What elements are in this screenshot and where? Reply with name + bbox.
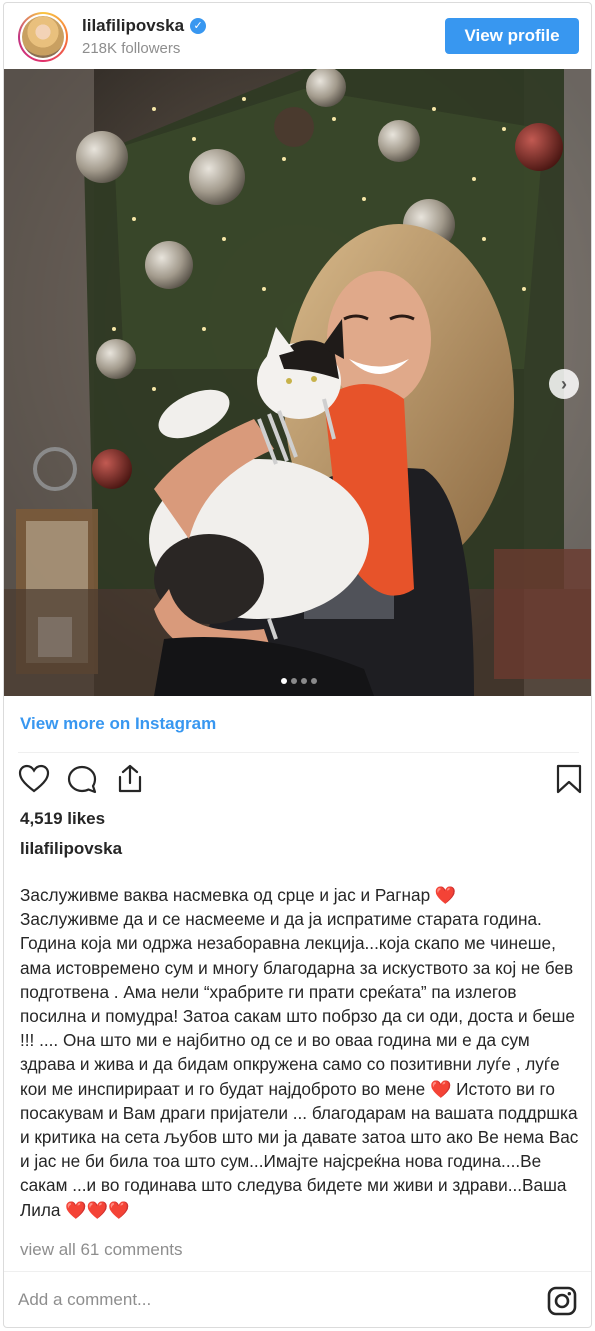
avatar[interactable] bbox=[18, 12, 68, 62]
divider bbox=[18, 752, 579, 753]
next-slide-chevron-icon[interactable]: › bbox=[549, 369, 579, 399]
post-photo[interactable]: › bbox=[4, 69, 591, 696]
avatar-image bbox=[22, 16, 64, 58]
carousel-dot bbox=[280, 678, 287, 684]
carousel-indicator bbox=[280, 678, 317, 684]
bookmark-icon[interactable] bbox=[553, 763, 585, 795]
comment-input[interactable] bbox=[18, 1286, 498, 1314]
view-profile-button[interactable]: View profile bbox=[445, 18, 579, 54]
post-header: lilafilipovska ✓ 218K followers View pro… bbox=[4, 3, 591, 69]
likes-count[interactable]: 4,519 likes bbox=[20, 809, 105, 829]
heart-icon[interactable] bbox=[18, 763, 50, 795]
action-bar bbox=[18, 763, 582, 799]
username[interactable]: lilafilipovska bbox=[82, 16, 184, 36]
carousel-dot bbox=[300, 678, 307, 684]
verified-badge-icon: ✓ bbox=[190, 18, 207, 34]
share-icon[interactable] bbox=[114, 763, 146, 795]
caption-username[interactable]: lilafilipovska bbox=[20, 839, 122, 859]
view-all-comments-link[interactable]: view all 61 comments bbox=[20, 1240, 183, 1260]
carousel-dot bbox=[290, 678, 297, 684]
carousel-dot bbox=[310, 678, 317, 684]
instagram-logo-icon[interactable] bbox=[547, 1286, 577, 1316]
post-photo-illustration bbox=[4, 69, 591, 696]
comment-bar bbox=[4, 1271, 591, 1327]
followers-count: 218K followers bbox=[82, 40, 181, 57]
instagram-embed-card: lilafilipovska ✓ 218K followers View pro… bbox=[3, 2, 592, 1328]
comment-icon[interactable] bbox=[66, 763, 98, 795]
view-more-on-instagram-link[interactable]: View more on Instagram bbox=[20, 714, 216, 734]
post-caption: Заслуживме ваква насмевка од срце и јас … bbox=[20, 885, 579, 1220]
